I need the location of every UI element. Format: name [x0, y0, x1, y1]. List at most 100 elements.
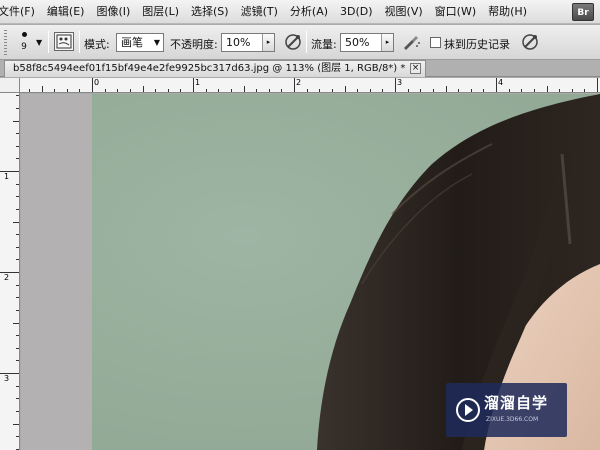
- ruler-label: 3: [397, 78, 403, 87]
- menu-item[interactable]: 图层(L): [136, 0, 185, 24]
- ruler-tick: [129, 89, 131, 92]
- erase-history-checkbox[interactable]: [430, 37, 441, 48]
- pressure-size-icon[interactable]: [519, 31, 541, 53]
- ruler-tick: [533, 89, 535, 92]
- ruler-label: 2: [296, 78, 302, 87]
- ruler-tick: [79, 89, 81, 92]
- ruler-tick: [230, 89, 232, 92]
- ruler-tick: [16, 95, 19, 97]
- ruler-label: 1: [195, 78, 201, 87]
- ruler-tick: [13, 120, 19, 122]
- menu-item[interactable]: 3D(D): [334, 0, 379, 24]
- ruler-tick: [13, 423, 19, 425]
- ruler-tick: [0, 171, 19, 172]
- ruler-tick: [369, 89, 371, 92]
- ruler-tick: [16, 158, 19, 160]
- mode-select[interactable]: 画笔 ▼: [116, 33, 164, 52]
- brush-preset-picker[interactable]: 9: [14, 29, 34, 57]
- ruler-tick: [584, 89, 586, 92]
- opacity-slider-toggle[interactable]: ▸: [262, 34, 274, 51]
- flow-label: 流量:: [311, 38, 337, 51]
- ruler-tick: [16, 398, 19, 400]
- ruler-tick: [559, 89, 561, 92]
- brush-dot-icon: [21, 32, 27, 37]
- ruler-tick: [16, 347, 19, 349]
- ruler-tick: [331, 89, 333, 92]
- mode-label: 模式:: [84, 38, 110, 51]
- ruler-tick: [420, 89, 422, 92]
- menu-item[interactable]: 分析(A): [284, 0, 334, 24]
- document-tab-title: b58f8c5494eef01f15bf49e4e2fe9925bc317d63…: [13, 63, 406, 74]
- ruler-label: 0: [94, 78, 100, 87]
- ruler-tick: [0, 373, 19, 374]
- bridge-button[interactable]: Br: [572, 3, 594, 21]
- options-grip[interactable]: [4, 30, 7, 55]
- brush-panel-icon: [56, 34, 72, 49]
- flow-slider-toggle[interactable]: ▸: [381, 34, 393, 51]
- ruler-tick: [13, 322, 19, 324]
- ruler-tick: [167, 89, 169, 92]
- ruler-label: 1: [4, 172, 10, 181]
- ruler-tick: [319, 89, 321, 92]
- ruler-tick: [16, 208, 19, 210]
- toggle-brush-panel-button[interactable]: [54, 32, 74, 51]
- ruler-tick: [16, 284, 19, 286]
- ruler-tick: [13, 221, 19, 223]
- document-tab-bar: b58f8c5494eef01f15bf49e4e2fe9925bc317d63…: [0, 60, 600, 77]
- menu-item[interactable]: 滤镜(T): [235, 0, 284, 24]
- chevron-down-icon: ▼: [153, 38, 160, 47]
- ruler-label: 4: [498, 78, 504, 87]
- horizontal-ruler[interactable]: 0 1 2 3 4: [20, 78, 600, 93]
- menu-item[interactable]: 编辑(E): [41, 0, 91, 24]
- ruler-tick: [281, 89, 283, 92]
- ruler-origin[interactable]: [0, 78, 20, 93]
- brush-size-value: 9: [21, 42, 27, 52]
- ruler-tick: [571, 89, 573, 92]
- opacity-field[interactable]: 10% ▸: [221, 33, 275, 52]
- ruler-tick: [256, 89, 258, 92]
- ruler-tick: [445, 86, 447, 92]
- airbrush-icon[interactable]: [400, 31, 422, 53]
- ruler-tick: [294, 78, 295, 92]
- ruler-tick: [344, 86, 346, 92]
- close-icon[interactable]: ×: [410, 63, 421, 74]
- ruler-tick: [16, 385, 19, 387]
- menu-bar: 文件(F) 编辑(E) 图像(I) 图层(L) 选择(S) 滤镜(T) 分析(A) 3D(D)…: [0, 0, 600, 24]
- ruler-tick: [16, 360, 19, 362]
- ruler-tick: [16, 436, 19, 438]
- watermark-logo: 溜溜自学 ZIXUE.3D66.COM: [446, 383, 567, 437]
- menu-item[interactable]: 图像(I): [90, 0, 136, 24]
- ruler-tick: [16, 246, 19, 248]
- ruler-tick: [205, 89, 207, 92]
- pasteboard: [21, 94, 92, 450]
- ruler-tick: [16, 335, 19, 337]
- menu-item[interactable]: 文件(F): [0, 0, 41, 24]
- menu-item[interactable]: 帮助(H): [482, 0, 533, 24]
- ruler-tick: [16, 196, 19, 198]
- ruler-label: 3: [4, 374, 10, 383]
- chevron-down-icon[interactable]: ▼: [36, 38, 42, 47]
- ruler-tick: [104, 89, 106, 92]
- menu-item[interactable]: 窗口(W): [429, 0, 482, 24]
- menu-item[interactable]: 视图(V): [379, 0, 429, 24]
- ruler-tick: [16, 410, 19, 412]
- separator: [306, 31, 307, 53]
- ruler-tick: [243, 86, 245, 92]
- flow-field[interactable]: 50% ▸: [340, 33, 394, 52]
- ruler-tick: [16, 133, 19, 135]
- play-icon: [456, 398, 480, 422]
- menu-item[interactable]: 选择(S): [185, 0, 235, 24]
- vertical-ruler[interactable]: 1 2 3: [0, 93, 20, 450]
- erase-history-label: 抹到历史记录: [444, 38, 510, 51]
- ruler-tick: [306, 89, 308, 92]
- opacity-value: 10%: [226, 36, 251, 49]
- mode-value: 画笔: [121, 36, 143, 49]
- ruler-tick: [395, 78, 396, 92]
- pressure-opacity-icon[interactable]: [282, 31, 304, 53]
- ruler-tick: [357, 89, 359, 92]
- ruler-tick: [41, 86, 43, 92]
- ruler-tick: [16, 259, 19, 261]
- document-tab[interactable]: b58f8c5494eef01f15bf49e4e2fe9925bc317d63…: [4, 60, 426, 77]
- ruler-tick: [66, 89, 68, 92]
- ruler-tick: [193, 78, 194, 92]
